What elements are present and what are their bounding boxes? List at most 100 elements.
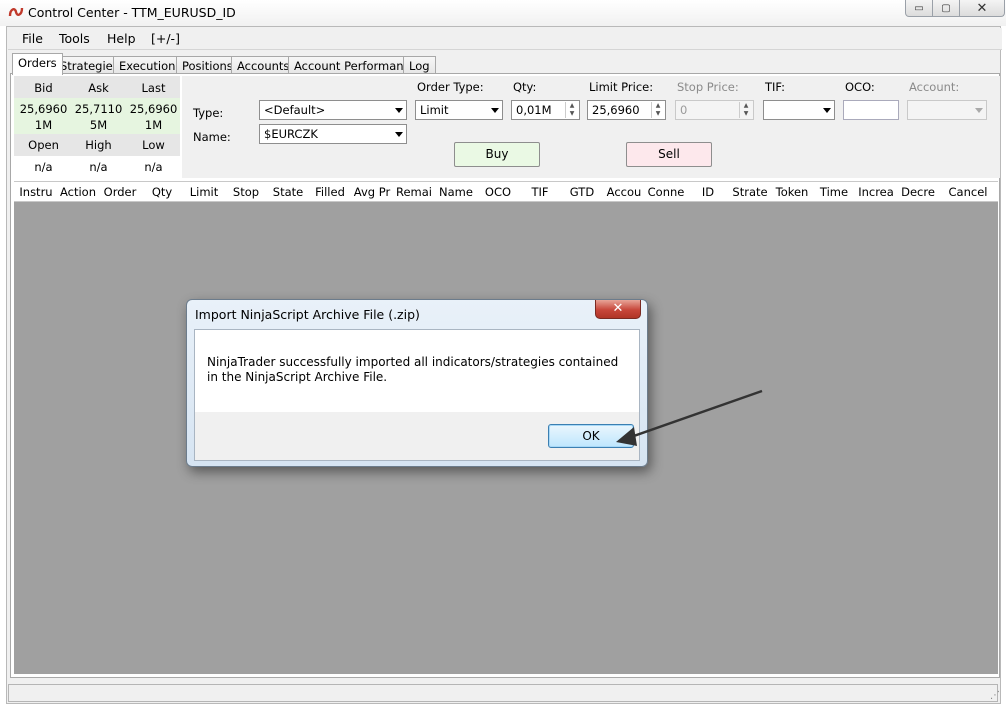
- chevron-down-icon: [395, 132, 403, 137]
- tif-select[interactable]: [763, 100, 835, 120]
- quote-low-value: n/a: [144, 160, 163, 174]
- col-qty[interactable]: Qty: [142, 185, 182, 199]
- type-label: Type:: [193, 106, 224, 120]
- quote-ask-size: 5M: [89, 118, 108, 132]
- limit-price-stepper[interactable]: 25,6960 ▲ ▼: [587, 100, 666, 120]
- col-instrument[interactable]: Instru: [16, 185, 56, 199]
- type-select[interactable]: <Default>: [259, 100, 407, 120]
- limit-price-spin-buttons[interactable]: ▲ ▼: [651, 102, 664, 118]
- col-tif[interactable]: TIF: [520, 185, 560, 199]
- col-id[interactable]: ID: [688, 185, 728, 199]
- orders-grid-header: Instru Action Order Qty Limit Stop State…: [14, 181, 998, 202]
- col-limit[interactable]: Limit: [184, 185, 224, 199]
- col-remaining[interactable]: Remai: [394, 185, 434, 199]
- col-increase[interactable]: Increa: [856, 185, 896, 199]
- spin-down-icon: ▼: [655, 110, 661, 117]
- account-select: [907, 100, 987, 120]
- quote-last-price: 25,6960: [129, 102, 178, 116]
- col-action[interactable]: Action: [58, 185, 98, 199]
- quote-bid-size: 1M: [34, 118, 53, 132]
- col-filled[interactable]: Filled: [310, 185, 350, 199]
- col-stop[interactable]: Stop: [226, 185, 266, 199]
- order-type-value: Limit: [420, 103, 449, 117]
- quote-bid-price: 25,6960: [19, 102, 68, 116]
- minimize-button[interactable]: ▭: [905, 0, 933, 17]
- chevron-down-icon: [395, 108, 403, 113]
- dialog-body: NinjaTrader successfully imported all in…: [194, 329, 640, 461]
- spin-down-icon: ▼: [743, 110, 749, 117]
- maximize-icon: ▢: [941, 2, 951, 14]
- title-bar: Control Center - TTM_EURUSD_ID: [0, 0, 1006, 26]
- col-time[interactable]: Time: [814, 185, 854, 199]
- quote-last-size: 1M: [144, 118, 163, 132]
- chevron-down-icon: [491, 108, 499, 113]
- col-token[interactable]: Token: [772, 185, 812, 199]
- quote-ask-price: 25,7110: [74, 102, 123, 116]
- import-dialog: Import NinjaScript Archive File (.zip) ✕…: [186, 299, 648, 467]
- col-order[interactable]: Order: [100, 185, 140, 199]
- col-strategy[interactable]: Strate: [730, 185, 770, 199]
- name-label: Name:: [193, 130, 231, 144]
- order-type-select[interactable]: Limit: [415, 100, 503, 120]
- col-name[interactable]: Name: [436, 185, 476, 199]
- spin-up-icon: ▲: [655, 102, 661, 109]
- col-cancel[interactable]: Cancel: [944, 185, 992, 199]
- status-bar: [8, 684, 998, 702]
- stop-price-label: Stop Price:: [677, 80, 739, 94]
- minimize-icon: ▭: [914, 2, 924, 14]
- dialog-title: Import NinjaScript Archive File (.zip): [195, 307, 420, 322]
- buy-button[interactable]: Buy: [454, 142, 540, 167]
- col-account[interactable]: Accou: [604, 185, 644, 199]
- oco-label: OCO:: [845, 80, 875, 94]
- limit-price-value: 25,6960: [592, 103, 640, 117]
- col-gtd[interactable]: GTD: [562, 185, 602, 199]
- tif-label: TIF:: [765, 80, 786, 94]
- menu-tools[interactable]: Tools: [59, 31, 90, 46]
- stop-price-value: 0: [680, 103, 688, 117]
- account-label: Account:: [909, 80, 960, 94]
- quote-ask-header: Ask: [88, 81, 109, 95]
- quote-high-value: n/a: [89, 160, 108, 174]
- quote-box: Bid Ask Last 25,6960 25,7110 25,6960 1M …: [14, 76, 180, 178]
- qty-stepper[interactable]: 0,01M ▲ ▼: [511, 100, 580, 120]
- qty-label: Qty:: [513, 80, 537, 94]
- qty-spin-buttons[interactable]: ▲ ▼: [565, 102, 578, 118]
- name-select-value: $EURCZK: [264, 127, 318, 141]
- tab-orders[interactable]: Orders: [12, 53, 63, 75]
- col-decrease[interactable]: Decre: [898, 185, 938, 199]
- dialog-close-button[interactable]: ✕: [595, 300, 641, 319]
- spin-down-icon: ▼: [569, 110, 575, 117]
- quote-open-header: Open: [28, 138, 59, 152]
- spin-up-icon: ▲: [743, 102, 749, 109]
- type-select-value: <Default>: [264, 103, 326, 117]
- dialog-footer: OK: [195, 412, 639, 460]
- ok-button[interactable]: OK: [548, 424, 634, 448]
- col-connection[interactable]: Conne: [646, 185, 686, 199]
- menu-expand[interactable]: [+/-]: [151, 31, 180, 46]
- window-close-button[interactable]: ✕: [959, 0, 1005, 17]
- quote-low-header: Low: [142, 138, 165, 152]
- col-oco[interactable]: OCO: [478, 185, 518, 199]
- sell-button[interactable]: Sell: [626, 142, 712, 167]
- col-avg-price[interactable]: Avg Pr: [352, 185, 392, 199]
- stop-price-spin-buttons: ▲ ▼: [739, 102, 752, 118]
- limit-price-label: Limit Price:: [589, 80, 654, 94]
- resize-grip-icon[interactable]: ⋰: [990, 690, 1000, 701]
- spin-up-icon: ▲: [569, 102, 575, 109]
- chevron-down-icon: [823, 108, 831, 113]
- menu-file[interactable]: File: [22, 31, 43, 46]
- menu-help[interactable]: Help: [107, 31, 136, 46]
- order-type-label: Order Type:: [417, 80, 484, 94]
- maximize-button[interactable]: ▢: [932, 0, 960, 17]
- oco-input[interactable]: [843, 100, 899, 120]
- qty-value: 0,01M: [516, 103, 552, 117]
- quote-bid-header: Bid: [34, 81, 53, 95]
- name-select[interactable]: $EURCZK: [259, 124, 407, 144]
- chevron-down-icon: [975, 108, 983, 113]
- ninjatrader-logo-icon: [8, 7, 24, 17]
- menu-bar: File Tools Help [+/-]: [8, 28, 1002, 50]
- col-state[interactable]: State: [268, 185, 308, 199]
- quote-high-header: High: [85, 138, 112, 152]
- stop-price-stepper: 0 ▲ ▼: [675, 100, 754, 120]
- close-icon: ✕: [976, 0, 988, 16]
